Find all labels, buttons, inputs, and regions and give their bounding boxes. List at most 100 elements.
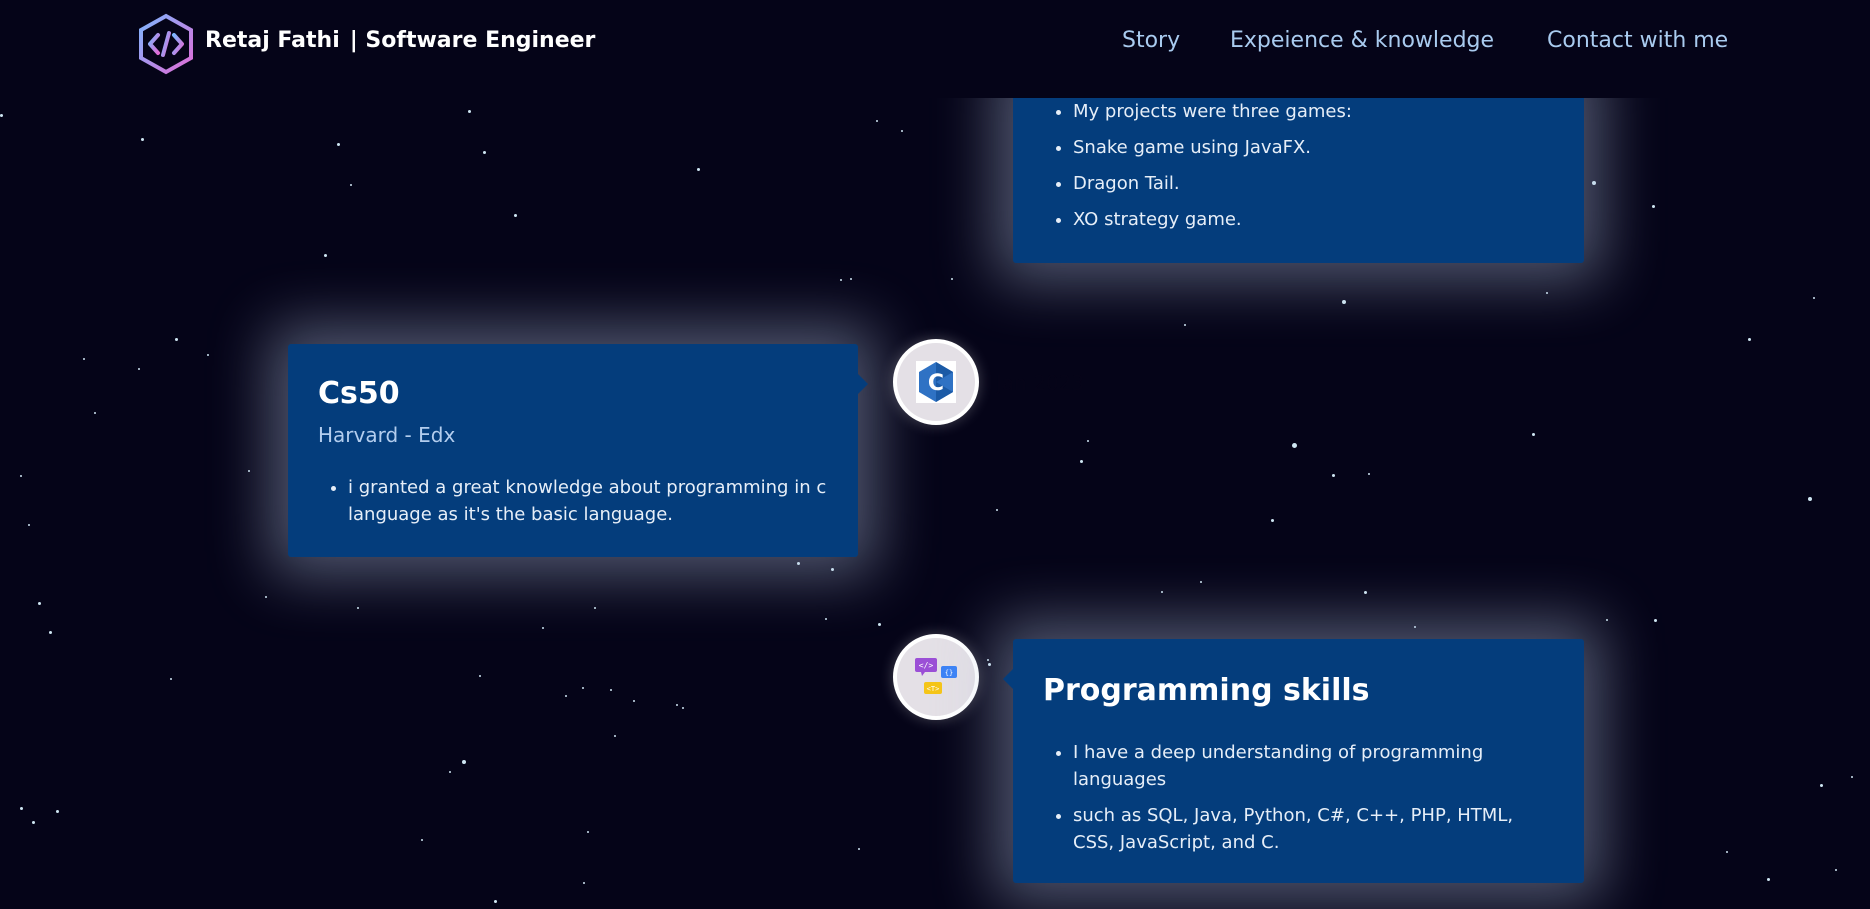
star bbox=[350, 184, 352, 186]
star bbox=[1606, 619, 1608, 621]
star bbox=[479, 675, 481, 677]
brand-title: Retaj Fathi | Software Engineer bbox=[205, 28, 595, 53]
star bbox=[1087, 440, 1089, 442]
star bbox=[1079, 459, 1083, 463]
star bbox=[1592, 181, 1596, 185]
star bbox=[1531, 432, 1535, 436]
star bbox=[582, 687, 584, 689]
star bbox=[357, 607, 359, 609]
star bbox=[174, 337, 178, 341]
star bbox=[840, 279, 842, 281]
star bbox=[1546, 292, 1548, 294]
star bbox=[830, 567, 834, 571]
star bbox=[1161, 591, 1163, 593]
brand-name: Retaj Fathi bbox=[205, 28, 340, 53]
list-item: Dragon Tail. bbox=[1073, 170, 1564, 197]
star bbox=[1651, 204, 1655, 208]
star bbox=[633, 700, 635, 702]
star bbox=[901, 130, 903, 132]
star bbox=[1270, 518, 1274, 522]
star bbox=[825, 618, 827, 620]
cs50-list: i granted a great knowledge about progra… bbox=[318, 474, 830, 537]
starfield-background bbox=[0, 0, 1870, 909]
star bbox=[1342, 300, 1346, 304]
star bbox=[0, 113, 3, 117]
star bbox=[565, 695, 567, 697]
star bbox=[1819, 783, 1823, 787]
star bbox=[877, 622, 881, 626]
timeline-node-cs50: C bbox=[893, 339, 979, 425]
star bbox=[83, 358, 85, 360]
star bbox=[37, 601, 41, 605]
star bbox=[1653, 618, 1657, 622]
star bbox=[138, 368, 140, 370]
star bbox=[94, 412, 96, 414]
star bbox=[850, 278, 852, 280]
card-pointer bbox=[1003, 669, 1013, 689]
star bbox=[482, 150, 486, 154]
star bbox=[248, 470, 250, 472]
star bbox=[614, 735, 616, 737]
list-item: My projects were three games: bbox=[1073, 98, 1564, 125]
brand-role: | Software Engineer bbox=[349, 28, 596, 53]
star bbox=[513, 213, 517, 217]
timeline-date: Jan 2023 bbox=[996, 371, 1085, 395]
card-pointer bbox=[858, 374, 868, 394]
star bbox=[987, 662, 991, 666]
star bbox=[1726, 851, 1728, 853]
star bbox=[996, 509, 998, 511]
card-title: Cs50 bbox=[318, 376, 400, 411]
star bbox=[594, 607, 596, 609]
list-item: i granted a great knowledge about progra… bbox=[348, 474, 830, 528]
list-item: XO strategy game. bbox=[1073, 206, 1564, 233]
programming-skills-card: Programming skills I have a deep underst… bbox=[1003, 639, 1584, 883]
star bbox=[336, 142, 340, 146]
star bbox=[20, 475, 22, 477]
star bbox=[1747, 337, 1751, 341]
star bbox=[462, 760, 466, 764]
star bbox=[207, 354, 209, 356]
nav-experience[interactable]: Expeience & knowledge bbox=[1230, 28, 1494, 53]
c-language-icon: C bbox=[916, 361, 956, 403]
star bbox=[323, 253, 327, 257]
star bbox=[858, 848, 860, 850]
star bbox=[542, 627, 544, 629]
timeline-node-programming: </> {} <T> bbox=[893, 634, 979, 720]
projects-list: My projects were three games: Snake game… bbox=[1043, 98, 1564, 242]
code-chat-bubbles-icon: </> {} <T> bbox=[915, 658, 957, 694]
code-hexagon-icon[interactable] bbox=[137, 13, 195, 75]
skills-list: I have a deep understanding of programmi… bbox=[1043, 739, 1536, 865]
svg-text:C: C bbox=[928, 371, 944, 396]
star bbox=[1851, 776, 1853, 778]
site-header: Retaj Fathi | Software Engineer Story Exp… bbox=[0, 0, 1870, 98]
star bbox=[951, 278, 953, 280]
star bbox=[55, 809, 59, 813]
list-item: such as SQL, Java, Python, C#, C++, PHP,… bbox=[1073, 802, 1536, 856]
star bbox=[1813, 297, 1815, 299]
star bbox=[1184, 324, 1186, 326]
star bbox=[1368, 473, 1370, 475]
star bbox=[421, 839, 423, 841]
card-subtitle: Harvard - Edx bbox=[318, 423, 456, 447]
nav-contact[interactable]: Contact with me bbox=[1547, 28, 1728, 53]
projects-card: My projects were three games: Snake game… bbox=[1013, 70, 1584, 263]
svg-text:<T>: <T> bbox=[927, 685, 940, 693]
star bbox=[28, 524, 30, 526]
star bbox=[265, 596, 267, 598]
star bbox=[140, 137, 144, 141]
star bbox=[493, 899, 497, 903]
star bbox=[610, 689, 612, 691]
star bbox=[31, 820, 35, 824]
star bbox=[1766, 877, 1770, 881]
star bbox=[1414, 626, 1416, 628]
star bbox=[1808, 497, 1812, 501]
star bbox=[1200, 581, 1202, 583]
list-item: Snake game using JavaFX. bbox=[1073, 134, 1564, 161]
card-title: Programming skills bbox=[1043, 673, 1370, 708]
svg-text:{}: {} bbox=[945, 669, 953, 677]
star bbox=[587, 831, 589, 833]
star bbox=[796, 561, 800, 565]
star bbox=[449, 771, 451, 773]
nav-story[interactable]: Story bbox=[1122, 28, 1180, 53]
star bbox=[1835, 869, 1837, 871]
